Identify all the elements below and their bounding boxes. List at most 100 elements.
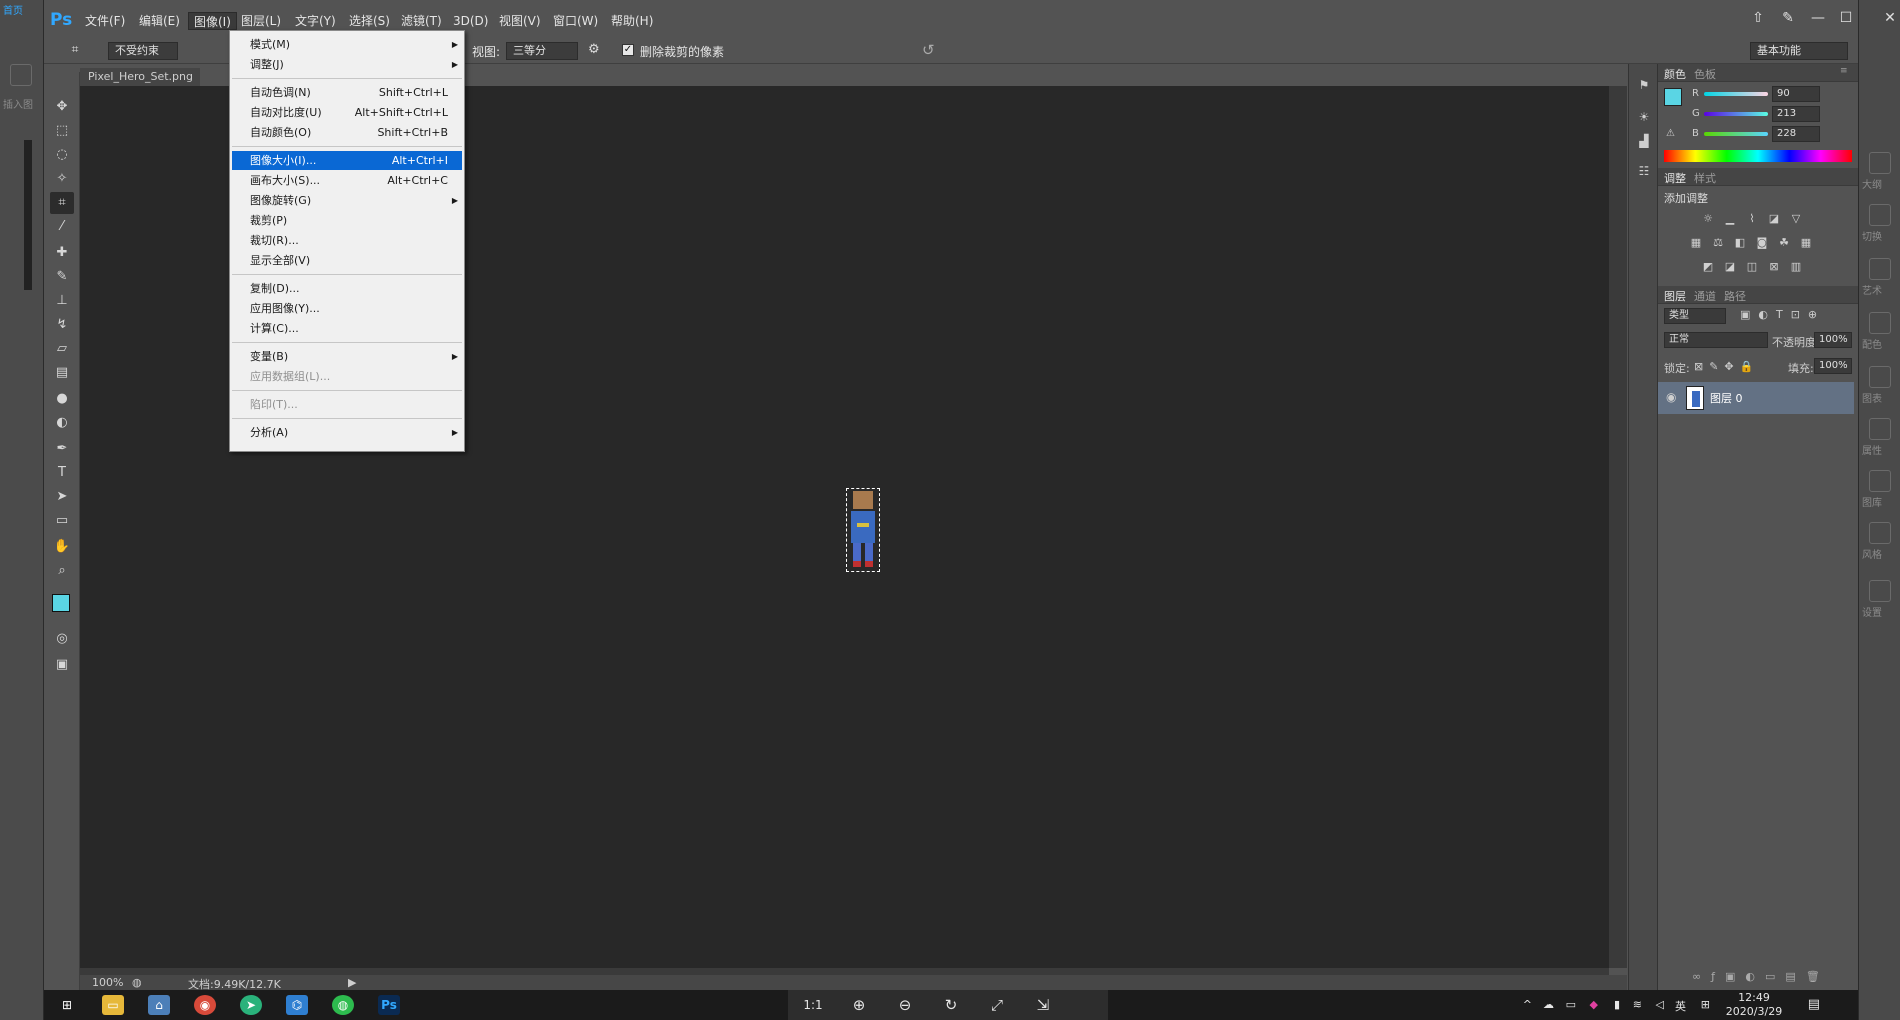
dodge-tool-icon[interactable]: ◐ — [50, 412, 74, 434]
image-menu-item[interactable]: 复制(D)... — [232, 279, 462, 298]
cloud-icon[interactable]: ☁ — [1543, 998, 1554, 1011]
marquee-tool-icon[interactable]: ⬚ — [50, 120, 74, 142]
b-slider[interactable] — [1704, 132, 1768, 136]
style-icon[interactable] — [1869, 522, 1891, 544]
image-menu-item[interactable]: 图像旋转(G) ▶ — [232, 191, 462, 210]
brush-tool-icon[interactable]: ✎ — [50, 266, 74, 288]
blend-mode-select[interactable]: 正常 — [1664, 332, 1768, 348]
menu-image[interactable]: 图像(I) — [188, 12, 237, 30]
foreground-color-swatch[interactable] — [52, 594, 70, 612]
layer-filter-icons[interactable]: ▣◐T⊡⊕ — [1740, 308, 1825, 321]
selective-color-adjust-icon[interactable]: ⊠ — [1766, 260, 1782, 274]
crop-tool-preset-icon[interactable]: ⌗ — [62, 42, 88, 60]
gradient-tool-icon[interactable]: ▤ — [50, 362, 74, 384]
fit-screen-icon[interactable]: ⤢ — [986, 994, 1008, 1016]
menu-edit[interactable]: 编辑(E) — [134, 12, 185, 30]
insert-image-icon[interactable] — [10, 64, 32, 86]
image-menu-item[interactable]: 变量(B) ▶ — [232, 347, 462, 366]
pen-tool-icon[interactable]: ✒ — [50, 438, 74, 460]
windows-start-icon[interactable]: ⊞ — [56, 995, 78, 1015]
gear-icon[interactable]: ⚙ — [588, 42, 606, 60]
hand-tool-icon[interactable]: ✋ — [50, 536, 74, 558]
menu-view[interactable]: 视图(V) — [494, 12, 546, 30]
color-spectrum-bar[interactable] — [1664, 150, 1852, 162]
battery-icon[interactable]: ▮ — [1614, 998, 1620, 1011]
menu-3d[interactable]: 3D(D) — [448, 12, 493, 30]
close-icon[interactable]: ✕ — [1878, 8, 1900, 28]
vibrance-adjust-icon[interactable]: ▽ — [1788, 212, 1804, 226]
tab-adjustments[interactable]: 调整 — [1664, 170, 1686, 186]
image-menu-item[interactable]: 裁剪(P) — [232, 211, 462, 230]
photo-filter-adjust-icon[interactable]: ◙ — [1754, 236, 1770, 250]
bw-adjust-icon[interactable]: ◧ — [1732, 236, 1748, 250]
histogram-panel-icon[interactable]: ▟ — [1635, 134, 1653, 150]
minimize-icon[interactable]: — — [1806, 8, 1830, 28]
rotate-icon[interactable]: ↻ — [940, 994, 962, 1016]
image-menu-item[interactable]: 模式(M) ▶ — [232, 35, 462, 54]
image-menu-item[interactable]: 自动颜色(O) Shift+Ctrl+B — [232, 123, 462, 142]
tab-layers[interactable]: 图层 — [1664, 288, 1686, 304]
pin-icon[interactable]: ✎ — [1776, 8, 1800, 28]
path-select-tool-icon[interactable]: ➤ — [50, 486, 74, 508]
eraser-tool-icon[interactable]: ▱ — [50, 338, 74, 360]
ime-mode-icon[interactable]: ⊞ — [1701, 998, 1710, 1011]
maximize-icon[interactable]: ☐ — [1834, 8, 1858, 28]
menu-help[interactable]: 帮助(H) — [606, 12, 658, 30]
workspace-select[interactable]: 基本功能 — [1750, 42, 1848, 60]
gradient-map-adjust-icon[interactable]: ▥ — [1788, 260, 1804, 274]
color-fg-swatch[interactable] — [1664, 88, 1682, 106]
opacity-input[interactable]: 100% — [1814, 332, 1852, 348]
fill-input[interactable]: 100% — [1814, 358, 1852, 374]
ime-language[interactable]: 英 — [1675, 998, 1686, 1014]
image-menu-item[interactable]: 调整(J) ▶ — [232, 55, 462, 74]
channel-mixer-adjust-icon[interactable]: ☘ — [1776, 236, 1792, 250]
panel-menu-icon[interactable]: ≡ — [1840, 66, 1848, 76]
brightness-adjust-icon[interactable]: ☼ — [1700, 212, 1716, 226]
lasso-tool-icon[interactable]: ◌ — [50, 144, 74, 166]
reset-icon[interactable]: ↺ — [922, 41, 942, 61]
notification-icon[interactable]: ▤ — [1808, 997, 1820, 1012]
clock-date[interactable]: 2020/3/29 — [1724, 1005, 1784, 1018]
app-icon[interactable]: ⌂ — [148, 995, 170, 1015]
levels-adjust-icon[interactable]: ▁ — [1722, 212, 1738, 226]
settings-icon[interactable] — [1869, 580, 1891, 602]
image-menu-item[interactable]: 自动对比度(U) Alt+Shift+Ctrl+L — [232, 103, 462, 122]
tab-swatches[interactable]: 色板 — [1694, 66, 1716, 82]
view-select[interactable]: 三等分 — [506, 42, 578, 60]
art-icon[interactable] — [1869, 258, 1891, 280]
r-slider[interactable] — [1704, 92, 1768, 96]
healing-brush-tool-icon[interactable]: ✚ — [50, 242, 74, 264]
image-menu-item[interactable]: 画布大小(S)... Alt+Ctrl+C — [232, 171, 462, 190]
menu-layer[interactable]: 图层(L) — [236, 12, 286, 30]
g-slider[interactable] — [1704, 112, 1768, 116]
history-brush-tool-icon[interactable]: ↯ — [50, 314, 74, 336]
chrome-icon[interactable]: ◉ — [194, 995, 216, 1015]
b-value[interactable]: 228 — [1772, 126, 1820, 142]
image-menu-item[interactable]: 计算(C)... — [232, 319, 462, 338]
chart-icon[interactable] — [1869, 366, 1891, 388]
file-explorer-icon[interactable]: ▭ — [102, 995, 124, 1015]
actual-size-icon[interactable]: 1:1 — [802, 994, 824, 1016]
palette-icon[interactable] — [1869, 312, 1891, 334]
image-menu-item[interactable]: 裁切(R)... — [232, 231, 462, 250]
history-panel-icon[interactable]: ⚑ — [1635, 78, 1653, 94]
layer-row[interactable]: ◉ 图层 0 — [1658, 382, 1854, 414]
color-balance-adjust-icon[interactable]: ⚖ — [1710, 236, 1726, 250]
menu-filter[interactable]: 滤镜(T) — [396, 12, 447, 30]
save-as-icon[interactable]: ⇲ — [1032, 994, 1054, 1016]
image-menu-item[interactable]: 图像大小(I)... Alt+Ctrl+I — [232, 151, 462, 170]
layer-footer-icons[interactable]: ∞ƒ▣◐▭▤🗑 — [1692, 970, 1830, 983]
curves-adjust-icon[interactable]: ⌇ — [1744, 212, 1760, 226]
host-scroll-thumb[interactable] — [24, 140, 32, 290]
move-tool-icon[interactable]: ✥ — [50, 96, 74, 118]
tab-styles[interactable]: 样式 — [1694, 170, 1716, 186]
light-panel-icon[interactable]: ☀ — [1635, 110, 1653, 126]
type-tool-icon[interactable]: T — [50, 462, 74, 484]
menu-select[interactable]: 选择(S) — [344, 12, 395, 30]
rectangle-tool-icon[interactable]: ▭ — [50, 510, 74, 532]
properties-icon[interactable] — [1869, 418, 1891, 440]
host-insert-label[interactable]: 插入图 — [3, 96, 33, 111]
hue-adjust-icon[interactable]: ▦ — [1688, 236, 1704, 250]
send-app-icon[interactable]: ➤ — [240, 995, 262, 1015]
document-tab[interactable]: Pixel_Hero_Set.png — [80, 68, 200, 86]
